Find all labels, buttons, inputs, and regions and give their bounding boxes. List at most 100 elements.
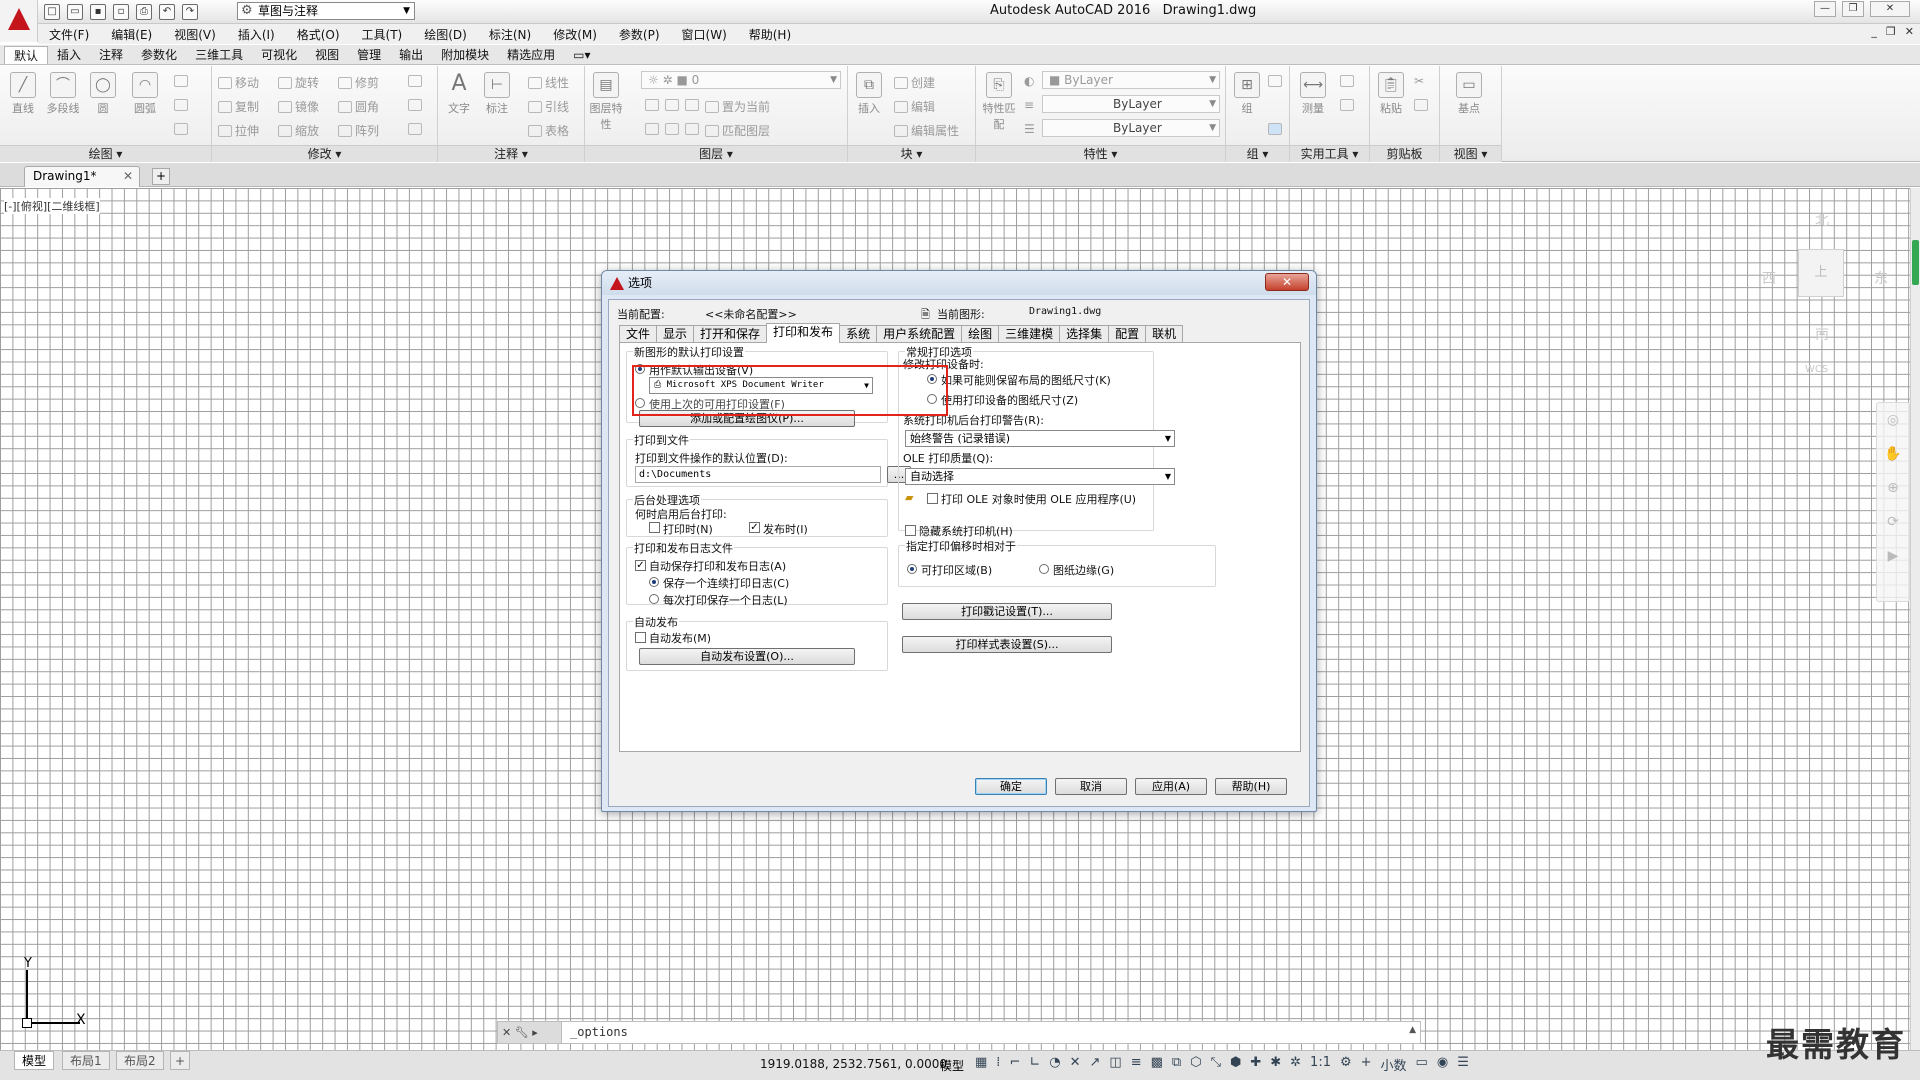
- use-device-size-label[interactable]: 使用打印设备的图纸尺寸(Z): [941, 392, 1078, 408]
- workspace-switch-icon[interactable]: ⚙: [1340, 1055, 1352, 1074]
- layout-tab-2[interactable]: 布局2: [116, 1051, 164, 1070]
- menu-insert[interactable]: 插入(I): [227, 26, 286, 43]
- spool-alert-dropdown[interactable]: 始终警告 (记录错误) ▼: [905, 430, 1175, 447]
- tab-drawing1[interactable]: Drawing1* ✕: [24, 166, 140, 187]
- move-button[interactable]: 移动: [218, 74, 259, 91]
- paper-edge-radio[interactable]: [1039, 564, 1049, 574]
- transparency-icon[interactable]: ▩: [1151, 1055, 1163, 1074]
- save-as-icon[interactable]: ▫: [113, 4, 129, 20]
- tab-featured-apps[interactable]: 精选应用: [498, 46, 564, 64]
- menu-file[interactable]: 文件(F): [38, 26, 100, 43]
- tab-profiles[interactable]: 配置: [1108, 325, 1147, 343]
- viewcube-top-face[interactable]: 上: [1798, 249, 1844, 297]
- model-space-button[interactable]: 模型: [940, 1057, 964, 1074]
- keep-layout-size-label[interactable]: 如果可能则保留布局的图纸尺寸(K): [941, 372, 1111, 388]
- ole-quality-dropdown[interactable]: 自动选择 ▼: [905, 468, 1175, 485]
- annotation-monitor-icon[interactable]: +: [1361, 1055, 1372, 1074]
- help-button[interactable]: 帮助(H): [1215, 778, 1287, 795]
- continuous-log-radio[interactable]: [649, 577, 659, 587]
- offset-icon[interactable]: [408, 122, 425, 136]
- tab-visualize[interactable]: 可视化: [252, 46, 306, 64]
- application-menu-button[interactable]: [0, 0, 38, 42]
- explode-icon[interactable]: [408, 98, 425, 112]
- gizmo-icon[interactable]: ✚: [1250, 1055, 1261, 1074]
- tab-3d-tools[interactable]: 三维工具: [186, 46, 252, 64]
- undo-icon[interactable]: ↶: [159, 4, 175, 20]
- panel-groups-title[interactable]: 组 ▾: [1226, 145, 1289, 162]
- dialog-title-bar[interactable]: 选项 ✕: [602, 271, 1316, 295]
- cancel-button[interactable]: 取消: [1055, 778, 1127, 795]
- panel-modify-title[interactable]: 修改 ▾: [212, 145, 437, 162]
- dialog-close-button[interactable]: ✕: [1265, 273, 1309, 291]
- panel-properties-title[interactable]: 特性 ▾: [976, 145, 1225, 162]
- viewport-controls[interactable]: [-][俯视][二维线框]: [4, 198, 100, 214]
- command-prompt-icon[interactable]: ▸: [532, 1026, 538, 1039]
- scroll-thumb[interactable]: [1912, 240, 1919, 285]
- set-current-button[interactable]: 置为当前: [705, 98, 770, 115]
- tab-system[interactable]: 系统: [839, 325, 878, 343]
- auto-publish-checkbox[interactable]: [635, 632, 646, 643]
- selection-filter-icon[interactable]: ⬢: [1230, 1055, 1241, 1074]
- layout-tab-model[interactable]: 模型: [14, 1051, 55, 1070]
- tab-addins[interactable]: 附加模块: [432, 46, 498, 64]
- panel-block-title[interactable]: 块 ▾: [848, 145, 975, 162]
- tab-annotate[interactable]: 注释: [90, 46, 132, 64]
- snap-icon[interactable]: ⁞: [996, 1055, 1000, 1074]
- apply-button[interactable]: 应用(A): [1135, 778, 1207, 795]
- maximize-button[interactable]: ❐: [1842, 1, 1864, 17]
- erase-icon[interactable]: [408, 74, 425, 88]
- panel-layers-title[interactable]: 图层 ▾: [585, 145, 847, 162]
- base-view-button[interactable]: ▭ 基点: [1452, 72, 1486, 116]
- tab-files[interactable]: 文件: [619, 325, 658, 343]
- list-icon[interactable]: ☰: [1024, 122, 1035, 136]
- minimize-button[interactable]: —: [1814, 1, 1836, 17]
- linetype-dropdown[interactable]: ByLayer ▼: [1042, 95, 1220, 113]
- array-button[interactable]: 阵列: [338, 122, 379, 139]
- redo-icon[interactable]: ↷: [182, 4, 198, 20]
- tab-view[interactable]: 视图: [306, 46, 348, 64]
- selection-cycling-icon[interactable]: ⧉: [1172, 1055, 1181, 1074]
- fillet-button[interactable]: 圆角: [338, 98, 379, 115]
- menu-view[interactable]: 视图(V): [163, 26, 227, 43]
- close-icon[interactable]: ✕: [502, 1026, 511, 1039]
- menu-format[interactable]: 格式(O): [286, 26, 351, 43]
- annotation-scale[interactable]: 1:1: [1310, 1055, 1331, 1074]
- grid-icon[interactable]: ▦: [975, 1055, 987, 1074]
- vertical-scrollbar[interactable]: [1910, 188, 1920, 1050]
- menu-parametric[interactable]: 参数(P): [608, 26, 671, 43]
- tab-3d-modeling[interactable]: 三维建模: [998, 325, 1061, 343]
- units-display[interactable]: 小数: [1381, 1055, 1407, 1074]
- ortho-icon[interactable]: ∟: [1029, 1055, 1040, 1074]
- layout-tab-1[interactable]: 布局1: [62, 1051, 110, 1070]
- command-input[interactable]: _options: [570, 1025, 628, 1039]
- menu-edit[interactable]: 编辑(E): [100, 26, 163, 43]
- ribbon-display-toggle[interactable]: ▭▾: [564, 46, 599, 64]
- hatch-icon[interactable]: [174, 98, 191, 112]
- printable-area-radio[interactable]: [907, 564, 917, 574]
- infer-icon[interactable]: ⌐: [1009, 1055, 1020, 1074]
- circle-button[interactable]: ◯ 圆: [86, 72, 120, 116]
- viewcube-east[interactable]: 东: [1874, 268, 1888, 288]
- ole-app-label[interactable]: 打印 OLE 对象时使用 OLE 应用程序(U): [941, 491, 1136, 507]
- quickcalc-icon[interactable]: [1340, 98, 1357, 112]
- tab-output[interactable]: 输出: [390, 46, 432, 64]
- ducs-icon[interactable]: ◫: [1109, 1055, 1121, 1074]
- layer-tool-5-icon[interactable]: [665, 122, 682, 136]
- arc-button[interactable]: ◠ 圆弧: [128, 72, 162, 116]
- point-icon[interactable]: [1340, 74, 1357, 88]
- paper-edge-label[interactable]: 图纸边缘(G): [1053, 562, 1114, 578]
- edit-attributes-button[interactable]: 编辑属性: [894, 122, 959, 139]
- panel-view-title[interactable]: 视图 ▾: [1440, 145, 1501, 162]
- group-select-icon[interactable]: [1268, 122, 1285, 136]
- panel-draw-title[interactable]: 绘图 ▾: [0, 145, 211, 162]
- orbit-icon[interactable]: ⟳: [1877, 505, 1909, 539]
- linear-button[interactable]: 线性: [528, 74, 569, 91]
- lineweight-dropdown[interactable]: ByLayer ▼: [1042, 119, 1220, 137]
- match-properties-button[interactable]: ⎘ 特性匹配: [982, 72, 1016, 132]
- trim-button[interactable]: 修剪: [338, 74, 379, 91]
- tab-drafting[interactable]: 绘图: [961, 325, 1000, 343]
- ole-app-checkbox[interactable]: [927, 493, 938, 504]
- add-layout-button[interactable]: +: [170, 1051, 190, 1070]
- panel-clipboard-title[interactable]: 剪贴板: [1370, 145, 1439, 162]
- menu-tools[interactable]: 工具(T): [351, 26, 414, 43]
